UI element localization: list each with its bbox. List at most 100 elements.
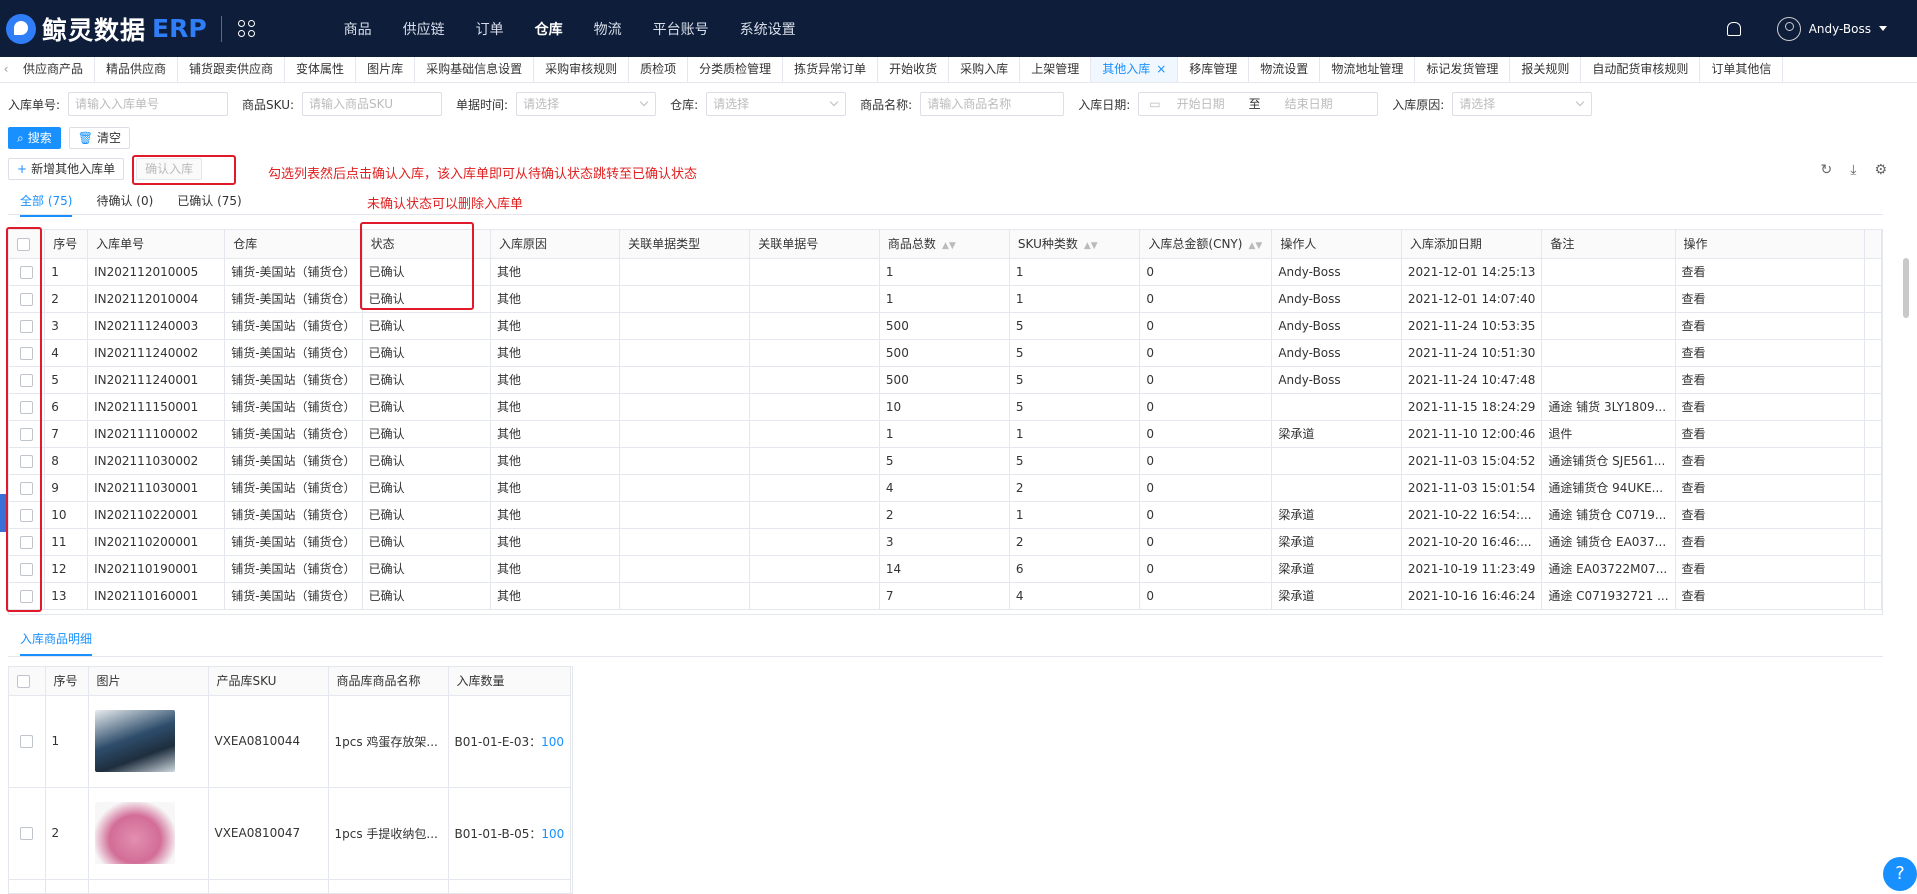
- chevron-left-icon[interactable]: ‹: [0, 57, 12, 82]
- clear-button[interactable]: 🗑 清空: [68, 127, 130, 149]
- tab-item[interactable]: 采购基础信息设置: [415, 57, 535, 82]
- tab-item[interactable]: 自动配货审核规则: [1581, 57, 1701, 82]
- help-icon[interactable]: ?: [1883, 857, 1917, 891]
- settings-gear-icon[interactable]: ⚙: [1874, 162, 1887, 178]
- tab-item[interactable]: 开始收货: [878, 57, 950, 82]
- tab-item[interactable]: 采购入库: [949, 57, 1021, 82]
- detail-qty[interactable]: 100: [541, 827, 564, 841]
- view-link[interactable]: 查看: [1675, 528, 1866, 556]
- add-inbound-button[interactable]: + 新增其他入库单: [8, 158, 125, 180]
- start-date-input[interactable]: 开始日期: [1177, 93, 1225, 115]
- tab-item[interactable]: 质检项: [629, 57, 689, 82]
- sort-icon[interactable]: ▲▼: [1084, 241, 1098, 251]
- detail-row[interactable]: 2 VXEA0810047 1pcs 手提收纳包... B01-01-B-05：100: [9, 787, 572, 880]
- tab-item[interactable]: 标记发货管理: [1415, 57, 1511, 82]
- close-icon[interactable]: ×: [1156, 62, 1166, 76]
- nav-item[interactable]: 系统设置: [740, 19, 796, 39]
- table-row[interactable]: 7 IN202111100002 铺货-美国站（铺货仓） 已确认 其他 1 1 0 梁承道 202…: [9, 420, 1882, 448]
- warehouse-select[interactable]: 请选择: [706, 92, 847, 116]
- detail-row-checkbox[interactable]: [20, 827, 34, 840]
- tab-item[interactable]: 分类质检管理: [688, 57, 784, 82]
- table-row[interactable]: 10 IN202110220001 铺货-美国站（铺货仓） 已确认 其他 2 1 0 梁承道 20…: [9, 501, 1882, 529]
- tab-item[interactable]: 图片库: [356, 57, 416, 82]
- refresh-icon[interactable]: ↻: [1821, 162, 1833, 178]
- inbound-no-input[interactable]: 请输入入库单号: [68, 92, 229, 116]
- inbound-date-range[interactable]: ▭ 开始日期 至 结束日期: [1138, 92, 1379, 116]
- avatar-icon[interactable]: [1776, 16, 1801, 41]
- download-icon[interactable]: ⤓: [1850, 162, 1856, 178]
- nav-item[interactable]: 平台账号: [653, 19, 709, 39]
- table-row[interactable]: 5 IN202111240001 铺货-美国站（铺货仓） 已确认 其他 500 5 0 Andy…: [9, 366, 1882, 394]
- view-link[interactable]: 查看: [1675, 582, 1866, 610]
- detail-tab[interactable]: 入库商品明细: [20, 630, 93, 656]
- tab-item[interactable]: 订单其他信: [1700, 57, 1784, 82]
- table-row[interactable]: 2 IN202112010004 铺货-美国站（铺货仓） 已确认 其他 1 1 0 Andy-B…: [9, 285, 1882, 313]
- view-link[interactable]: 查看: [1675, 285, 1866, 313]
- view-link[interactable]: 查看: [1675, 447, 1866, 475]
- tab-item[interactable]: 采购审核规则: [534, 57, 630, 82]
- column-header: 入库单号: [87, 230, 226, 259]
- reason-select[interactable]: 请选择: [1452, 92, 1593, 116]
- view-link[interactable]: 查看: [1675, 474, 1866, 502]
- tab-item[interactable]: 变体属性: [285, 57, 357, 82]
- nav-item[interactable]: 商品: [344, 19, 372, 39]
- sort-icon[interactable]: ▲▼: [1248, 241, 1262, 251]
- view-link[interactable]: 查看: [1675, 420, 1866, 448]
- table-cell: 通途 铺货 3LY1809...: [1541, 393, 1676, 421]
- tab-item[interactable]: 铺货跟卖供应商: [178, 57, 286, 82]
- product-image[interactable]: [94, 710, 175, 772]
- chevron-down-icon[interactable]: [1879, 26, 1887, 31]
- tab-item[interactable]: 物流设置: [1249, 57, 1321, 82]
- brand-logo[interactable]: 鲸灵数据 ERP: [6, 11, 207, 47]
- apps-icon[interactable]: [236, 18, 258, 40]
- bell-icon[interactable]: [1726, 21, 1741, 36]
- table-row[interactable]: 6 IN202111150001 铺货-美国站（铺货仓） 已确认 其他 10 5 0 2021-…: [9, 393, 1882, 421]
- table-row[interactable]: 3 IN202111240003 铺货-美国站（铺货仓） 已确认 其他 500 5 0 Andy…: [9, 312, 1882, 340]
- view-link[interactable]: 查看: [1675, 312, 1866, 340]
- sort-icon[interactable]: ▲▼: [942, 241, 956, 251]
- view-link[interactable]: 查看: [1675, 501, 1866, 529]
- table-scrollbar[interactable]: [1903, 258, 1909, 318]
- user-name[interactable]: Andy-Boss: [1809, 22, 1871, 36]
- tab-item[interactable]: 拣货异常订单: [783, 57, 879, 82]
- doc-time-select[interactable]: 请选择: [516, 92, 657, 116]
- side-handle[interactable]: [0, 494, 6, 532]
- tab-item[interactable]: 上架管理: [1020, 57, 1092, 82]
- end-date-input[interactable]: 结束日期: [1285, 93, 1333, 115]
- detail-qty[interactable]: 100: [541, 735, 564, 749]
- view-link[interactable]: 查看: [1675, 258, 1866, 286]
- table-row[interactable]: 9 IN202111030001 铺货-美国站（铺货仓） 已确认 其他 4 2 0 2021-1…: [9, 474, 1882, 502]
- search-button[interactable]: ⌕ 搜索: [8, 127, 61, 149]
- tab-item[interactable]: 供应商产品: [12, 57, 96, 82]
- tab-item[interactable]: 移库管理: [1178, 57, 1250, 82]
- tab-item[interactable]: 其他入库 ×: [1091, 57, 1179, 82]
- table-row[interactable]: 12 IN202110190001 铺货-美国站（铺货仓） 已确认 其他 14 6 0 梁承道 2…: [9, 555, 1882, 583]
- nav-item[interactable]: 供应链: [403, 19, 445, 39]
- table-row[interactable]: 13 IN202110160001 铺货-美国站（铺货仓） 已确认 其他 7 4 0 梁承道 20…: [9, 582, 1882, 610]
- column-header: 备注: [1541, 230, 1676, 259]
- table-cell: Andy-Boss: [1271, 366, 1402, 394]
- tab-item[interactable]: 物流地址管理: [1320, 57, 1416, 82]
- view-link[interactable]: 查看: [1675, 339, 1866, 367]
- view-link[interactable]: 查看: [1675, 393, 1866, 421]
- detail-select-all-checkbox[interactable]: [17, 674, 30, 688]
- table-cell: IN202111240003: [87, 312, 226, 340]
- tab-item[interactable]: 报关规则: [1510, 57, 1582, 82]
- product-name-input[interactable]: 请输入商品名称: [920, 92, 1065, 116]
- product-image[interactable]: [94, 802, 175, 864]
- table-row[interactable]: 1 IN202112010005 铺货-美国站（铺货仓） 已确认 其他 1 1 0 Andy-B…: [9, 258, 1882, 286]
- view-link[interactable]: 查看: [1675, 366, 1866, 394]
- detail-row[interactable]: 1 VXEA0810044 1pcs 鸡蛋存放架... B01-01-E-03：100: [9, 695, 572, 788]
- nav-item[interactable]: 订单: [476, 19, 504, 39]
- table-row[interactable]: 8 IN202111030002 铺货-美国站（铺货仓） 已确认 其他 5 5 0 2021-1…: [9, 447, 1882, 475]
- nav-item[interactable]: 物流: [594, 19, 622, 39]
- view-link[interactable]: 查看: [1675, 555, 1866, 583]
- table-cell: IN202111030001: [87, 474, 226, 502]
- nav-item[interactable]: 仓库: [535, 19, 563, 39]
- sku-input[interactable]: 请输入商品SKU: [302, 92, 443, 116]
- table-row[interactable]: 11 IN202110200001 铺货-美国站（铺货仓） 已确认 其他 3 2 0 梁承道 20…: [9, 528, 1882, 556]
- table-row[interactable]: 4 IN202111240002 铺货-美国站（铺货仓） 已确认 其他 500 5 0 Andy…: [9, 339, 1882, 367]
- detail-qty-cell: B01-01-E-03：100: [448, 695, 572, 788]
- tab-item[interactable]: 精品供应商: [95, 57, 179, 82]
- detail-row-checkbox[interactable]: [20, 735, 34, 748]
